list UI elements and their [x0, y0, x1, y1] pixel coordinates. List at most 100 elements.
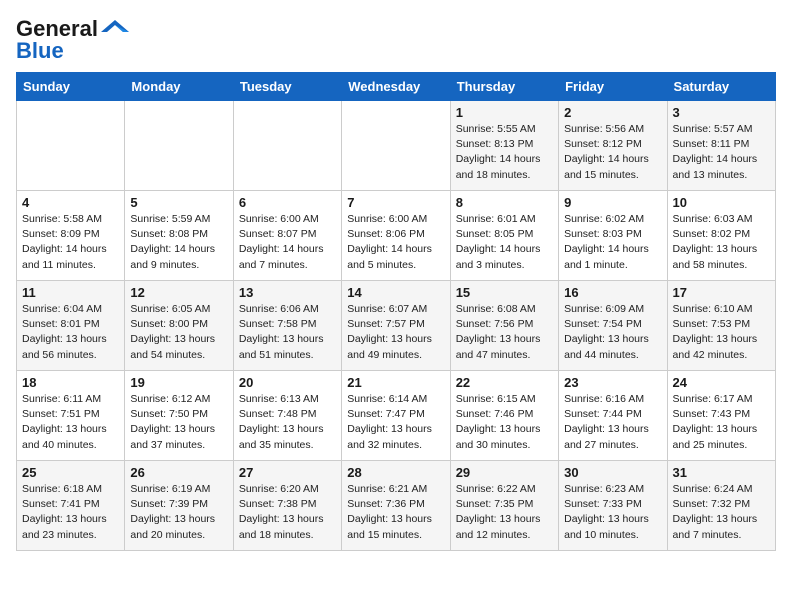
weekday-header-saturday: Saturday [667, 73, 775, 101]
page-header: General Blue [16, 16, 776, 64]
day-info: Sunrise: 6:14 AM Sunset: 7:47 PM Dayligh… [347, 392, 444, 453]
calendar-week-row-2: 4 Sunrise: 5:58 AM Sunset: 8:09 PM Daylig… [17, 191, 776, 281]
day-info: Sunrise: 6:19 AM Sunset: 7:39 PM Dayligh… [130, 482, 227, 543]
calendar-cell-24: 21Sunrise: 6:14 AM Sunset: 7:47 PM Dayli… [342, 371, 450, 461]
calendar-cell-19: 16 Sunrise: 6:09 AM Sunset: 7:54 PM Dayli… [559, 281, 667, 371]
day-info: Sunrise: 6:11 AM Sunset: 7:51 PM Dayligh… [22, 392, 119, 453]
calendar-week-row-5: 25 Sunrise: 6:18 AM Sunset: 7:41 PM Dayli… [17, 461, 776, 551]
calendar-cell-2 [233, 101, 341, 191]
calendar-cell-8: 5 Sunrise: 5:59 AM Sunset: 8:08 PM Daylig… [125, 191, 233, 281]
day-info: Sunrise: 6:23 AM Sunset: 7:33 PM Dayligh… [564, 482, 661, 543]
day-number: 6 [239, 195, 336, 210]
calendar-cell-20: 17 Sunrise: 6:10 AM Sunset: 7:53 PM Dayli… [667, 281, 775, 371]
day-info: Sunrise: 6:02 AM Sunset: 8:03 PM Dayligh… [564, 212, 661, 273]
day-info: Sunrise: 6:17 AM Sunset: 7:43 PM Dayligh… [673, 392, 770, 453]
day-info: Sunrise: 6:00 AM Sunset: 8:07 PM Dayligh… [239, 212, 336, 273]
logo-bird-icon [101, 18, 129, 36]
calendar-cell-32: 29 Sunrise: 6:22 AM Sunset: 7:35 PM Dayli… [450, 461, 558, 551]
day-number: 5 [130, 195, 227, 210]
day-number: 25 [22, 465, 119, 480]
day-info: Sunrise: 6:24 AM Sunset: 7:32 PM Dayligh… [673, 482, 770, 543]
day-number: 31 [673, 465, 770, 480]
calendar-cell-34: 31 Sunrise: 6:24 AM Sunset: 7:32 PM Dayli… [667, 461, 775, 551]
day-info: Sunrise: 6:12 AM Sunset: 7:50 PM Dayligh… [130, 392, 227, 453]
calendar-cell-31: 28Sunrise: 6:21 AM Sunset: 7:36 PM Dayli… [342, 461, 450, 551]
day-number: 16 [564, 285, 661, 300]
weekday-header-wednesday: Wednesday [342, 73, 450, 101]
day-info: Sunrise: 6:20 AM Sunset: 7:38 PM Dayligh… [239, 482, 336, 543]
day-info: Sunrise: 6:08 AM Sunset: 7:56 PM Dayligh… [456, 302, 553, 363]
calendar-cell-29: 26Sunrise: 6:19 AM Sunset: 7:39 PM Dayli… [125, 461, 233, 551]
calendar-cell-14: 11 Sunrise: 6:04 AM Sunset: 8:01 PM Dayli… [17, 281, 125, 371]
day-number: 18 [22, 375, 119, 390]
calendar-week-row-1: 1 Sunrise: 5:55 AM Sunset: 8:13 PM Daylig… [17, 101, 776, 191]
calendar-cell-7: 4 Sunrise: 5:58 AM Sunset: 8:09 PM Daylig… [17, 191, 125, 281]
day-info: Sunrise: 6:13 AM Sunset: 7:48 PM Dayligh… [239, 392, 336, 453]
day-info: Sunrise: 5:55 AM Sunset: 8:13 PM Dayligh… [456, 122, 553, 183]
day-number: 29 [456, 465, 553, 480]
day-info: Sunrise: 6:21 AM Sunset: 7:36 PM Dayligh… [347, 482, 444, 543]
calendar-week-row-4: 18 Sunrise: 6:11 AM Sunset: 7:51 PM Dayli… [17, 371, 776, 461]
day-number: 17 [673, 285, 770, 300]
day-number: 2 [564, 105, 661, 120]
day-info: Sunrise: 6:05 AM Sunset: 8:00 PM Dayligh… [130, 302, 227, 363]
day-info: Sunrise: 6:00 AM Sunset: 8:06 PM Dayligh… [347, 212, 444, 273]
calendar-cell-9: 6 Sunrise: 6:00 AM Sunset: 8:07 PM Daylig… [233, 191, 341, 281]
calendar-cell-23: 20 Sunrise: 6:13 AM Sunset: 7:48 PM Dayli… [233, 371, 341, 461]
calendar-cell-0 [17, 101, 125, 191]
day-number: 11 [22, 285, 119, 300]
day-info: Sunrise: 6:22 AM Sunset: 7:35 PM Dayligh… [456, 482, 553, 543]
logo-text-blue: Blue [16, 38, 64, 64]
calendar-cell-10: 7 Sunrise: 6:00 AM Sunset: 8:06 PM Daylig… [342, 191, 450, 281]
day-number: 23 [564, 375, 661, 390]
day-info: Sunrise: 5:59 AM Sunset: 8:08 PM Dayligh… [130, 212, 227, 273]
weekday-header-friday: Friday [559, 73, 667, 101]
calendar-cell-30: 27Sunrise: 6:20 AM Sunset: 7:38 PM Dayli… [233, 461, 341, 551]
day-info: Sunrise: 6:15 AM Sunset: 7:46 PM Dayligh… [456, 392, 553, 453]
day-number: 30 [564, 465, 661, 480]
day-info: Sunrise: 5:57 AM Sunset: 8:11 PM Dayligh… [673, 122, 770, 183]
day-number: 14 [347, 285, 444, 300]
day-info: Sunrise: 6:18 AM Sunset: 7:41 PM Dayligh… [22, 482, 119, 543]
weekday-header-tuesday: Tuesday [233, 73, 341, 101]
day-number: 1 [456, 105, 553, 120]
calendar-cell-4: 1 Sunrise: 5:55 AM Sunset: 8:13 PM Daylig… [450, 101, 558, 191]
calendar-cell-13: 10 Sunrise: 6:03 AM Sunset: 8:02 PM Dayli… [667, 191, 775, 281]
day-number: 4 [22, 195, 119, 210]
day-number: 3 [673, 105, 770, 120]
calendar-cell-33: 30 Sunrise: 6:23 AM Sunset: 7:33 PM Dayli… [559, 461, 667, 551]
calendar-cell-21: 18 Sunrise: 6:11 AM Sunset: 7:51 PM Dayli… [17, 371, 125, 461]
calendar-week-row-3: 11 Sunrise: 6:04 AM Sunset: 8:01 PM Dayli… [17, 281, 776, 371]
day-number: 22 [456, 375, 553, 390]
day-info: Sunrise: 5:56 AM Sunset: 8:12 PM Dayligh… [564, 122, 661, 183]
calendar-cell-26: 23 Sunrise: 6:16 AM Sunset: 7:44 PM Dayli… [559, 371, 667, 461]
day-info: Sunrise: 6:09 AM Sunset: 7:54 PM Dayligh… [564, 302, 661, 363]
calendar-cell-28: 25 Sunrise: 6:18 AM Sunset: 7:41 PM Dayli… [17, 461, 125, 551]
calendar-cell-12: 9Sunrise: 6:02 AM Sunset: 8:03 PM Daylig… [559, 191, 667, 281]
weekday-header-monday: Monday [125, 73, 233, 101]
day-number: 10 [673, 195, 770, 210]
calendar-cell-16: 13Sunrise: 6:06 AM Sunset: 7:58 PM Dayli… [233, 281, 341, 371]
day-info: Sunrise: 6:03 AM Sunset: 8:02 PM Dayligh… [673, 212, 770, 273]
calendar-cell-6: 3 Sunrise: 5:57 AM Sunset: 8:11 PM Daylig… [667, 101, 775, 191]
calendar-table: SundayMondayTuesdayWednesdayThursdayFrid… [16, 72, 776, 551]
calendar-cell-15: 12 Sunrise: 6:05 AM Sunset: 8:00 PM Dayli… [125, 281, 233, 371]
day-info: Sunrise: 6:07 AM Sunset: 7:57 PM Dayligh… [347, 302, 444, 363]
day-number: 7 [347, 195, 444, 210]
day-info: Sunrise: 5:58 AM Sunset: 8:09 PM Dayligh… [22, 212, 119, 273]
weekday-header-row: SundayMondayTuesdayWednesdayThursdayFrid… [17, 73, 776, 101]
weekday-header-thursday: Thursday [450, 73, 558, 101]
day-info: Sunrise: 6:10 AM Sunset: 7:53 PM Dayligh… [673, 302, 770, 363]
day-number: 12 [130, 285, 227, 300]
calendar-cell-17: 14 Sunrise: 6:07 AM Sunset: 7:57 PM Dayli… [342, 281, 450, 371]
day-info: Sunrise: 6:04 AM Sunset: 8:01 PM Dayligh… [22, 302, 119, 363]
day-number: 15 [456, 285, 553, 300]
calendar-cell-1 [125, 101, 233, 191]
day-number: 19 [130, 375, 227, 390]
calendar-cell-22: 19 Sunrise: 6:12 AM Sunset: 7:50 PM Dayli… [125, 371, 233, 461]
day-number: 20 [239, 375, 336, 390]
day-info: Sunrise: 6:06 AM Sunset: 7:58 PM Dayligh… [239, 302, 336, 363]
calendar-cell-5: 2 Sunrise: 5:56 AM Sunset: 8:12 PM Daylig… [559, 101, 667, 191]
day-info: Sunrise: 6:16 AM Sunset: 7:44 PM Dayligh… [564, 392, 661, 453]
day-info: Sunrise: 6:01 AM Sunset: 8:05 PM Dayligh… [456, 212, 553, 273]
